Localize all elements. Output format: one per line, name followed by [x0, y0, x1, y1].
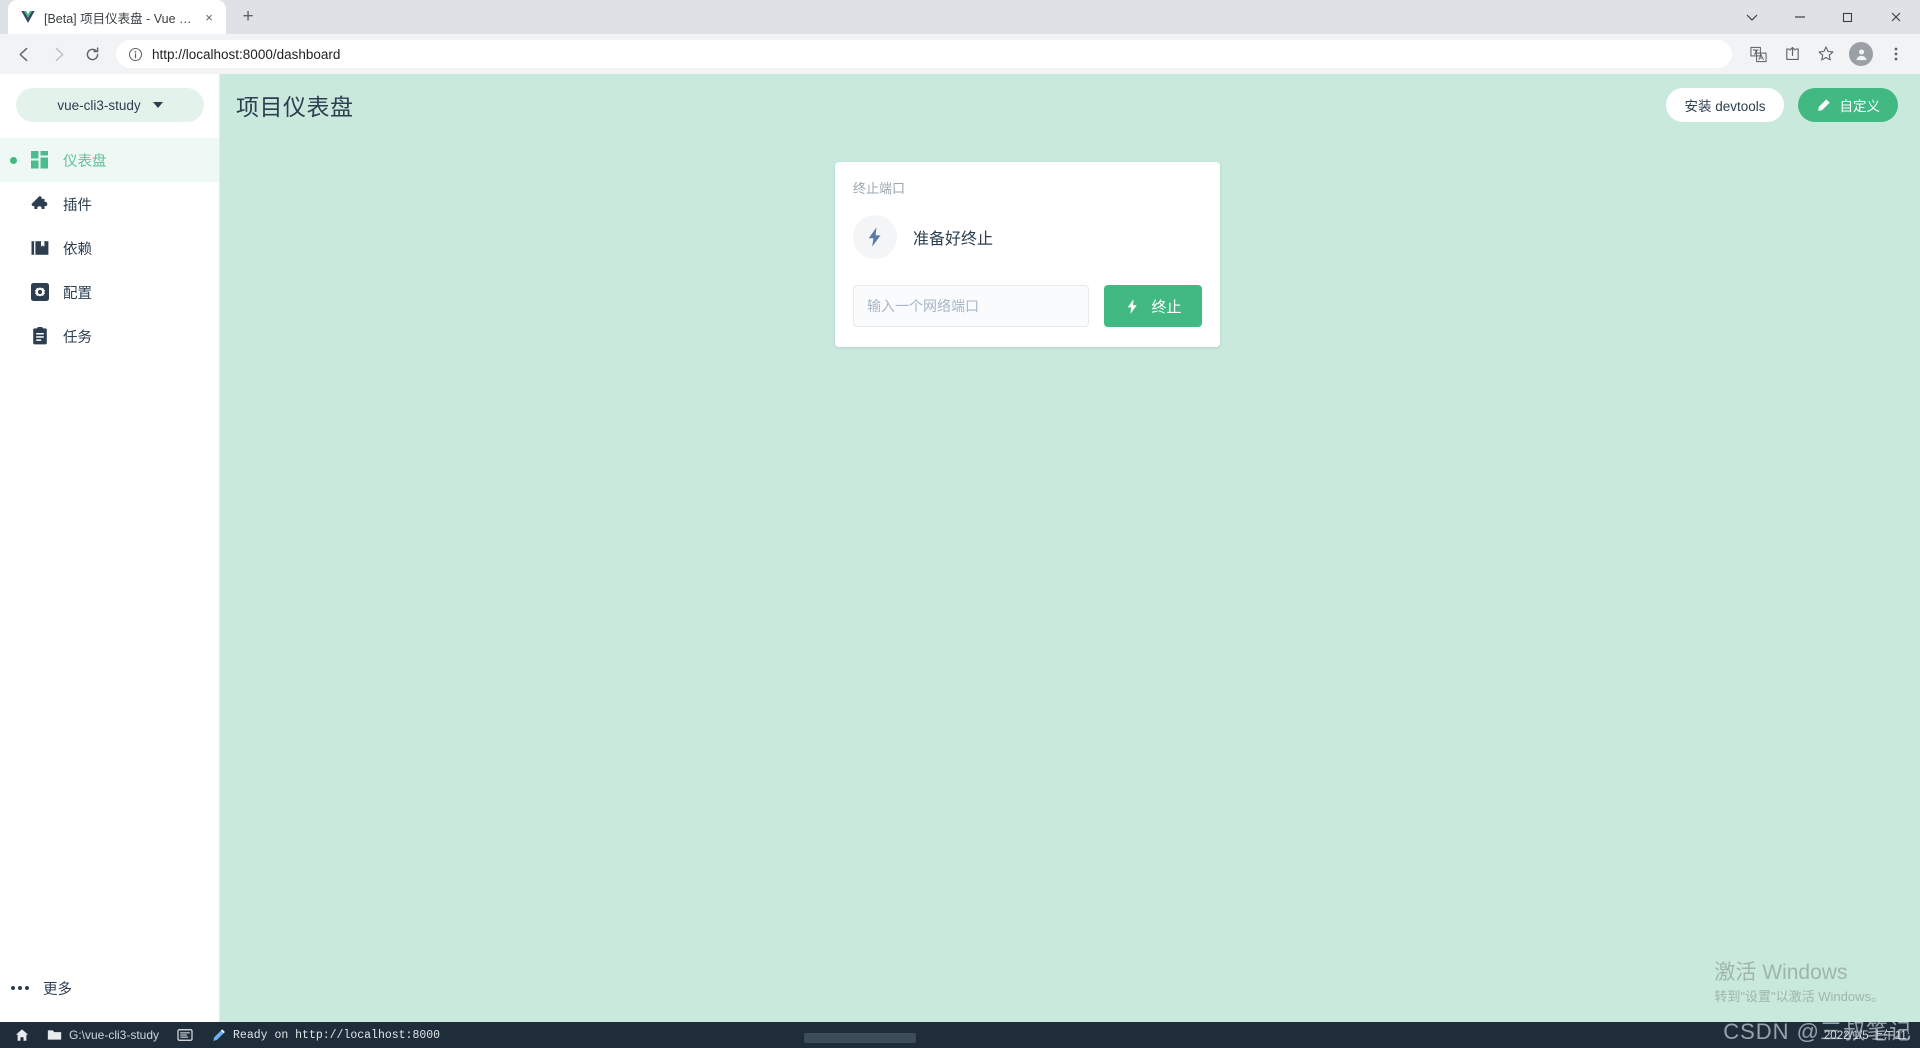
sidebar-item-label: 依赖	[63, 241, 92, 258]
address-bar[interactable]: http://localhost:8000/dashboard	[116, 40, 1732, 68]
vue-logo-icon	[21, 11, 35, 23]
taskbar-home-button[interactable]	[6, 1022, 38, 1048]
app-header: 项目仪表盘 安装 devtools 自定义	[220, 74, 1920, 136]
install-devtools-button[interactable]: 安装 devtools	[1666, 88, 1784, 122]
sidebar-item-more[interactable]: 更多	[0, 962, 220, 1014]
taskbar-folder-path: G:\vue-cli3-study	[69, 1028, 160, 1042]
card-title: 终止端口	[853, 181, 906, 196]
close-window-button[interactable]	[1872, 0, 1920, 34]
gear-icon	[31, 283, 49, 301]
lightning-bolt-icon	[1128, 298, 1138, 314]
taskbar-filler	[449, 1022, 1824, 1048]
tab-strip: [Beta] 项目仪表盘 - Vue CLI × +	[0, 0, 1920, 34]
back-button[interactable]	[8, 38, 40, 70]
minimize-button[interactable]	[1776, 0, 1824, 34]
windows-activation-watermark: 激活 Windows 转到"设置"以激活 Windows。	[1714, 960, 1884, 1006]
sidebar-more-label: 更多	[43, 981, 72, 998]
tab-search-button[interactable]	[1728, 0, 1776, 34]
sidebar: vue-cli3-study 仪表盘 插件 依赖 配置 任务 更多	[0, 74, 220, 1022]
puzzle-piece-icon	[31, 196, 48, 210]
pencil-icon	[1817, 98, 1830, 111]
sidebar-item-dependencies[interactable]: 依赖	[0, 226, 220, 270]
taskbar: G:\vue-cli3-study Ready on http://localh…	[0, 1022, 1920, 1048]
page-viewport: vue-cli3-study 仪表盘 插件 依赖 配置 任务 更多 项目仪表盘 …	[0, 74, 1920, 1022]
taskbar-scrollbar[interactable]	[804, 1033, 917, 1043]
book-bookmark-icon	[31, 241, 49, 255]
customize-label: 自定义	[1839, 99, 1881, 114]
sidebar-item-configuration[interactable]: 配置	[0, 270, 220, 314]
dashboard-body: 终止端口 准备好终止 输入一个网络端口 终止 激活 Windows 转到"设置"…	[220, 136, 1920, 1022]
kill-port-card: 终止端口 准备好终止 输入一个网络端口 终止	[835, 162, 1220, 347]
reload-button[interactable]	[76, 38, 108, 70]
maximize-button[interactable]	[1824, 0, 1872, 34]
project-selector-wrap: vue-cli3-study	[0, 74, 220, 134]
clipboard-icon	[33, 327, 47, 345]
taskbar-server-status: Ready on http://localhost:8000	[233, 1028, 441, 1042]
customize-button[interactable]: 自定义	[1797, 88, 1898, 122]
taskbar-clock[interactable]: 2022/1/5 上午11:	[1824, 1027, 1914, 1043]
port-input-placeholder: 输入一个网络端口	[867, 298, 979, 314]
browser-toolbar: http://localhost:8000/dashboard	[0, 34, 1920, 74]
home-icon	[15, 1029, 29, 1041]
status-icon-circle	[853, 215, 897, 259]
install-devtools-label: 安装 devtools	[1684, 99, 1766, 114]
terminal-icon	[177, 1029, 193, 1041]
folder-icon	[47, 1030, 62, 1040]
watermark-subtitle: 转到"设置"以激活 Windows。	[1714, 988, 1884, 1004]
lightning-bolt-icon	[868, 227, 881, 247]
browser-tab[interactable]: [Beta] 项目仪表盘 - Vue CLI ×	[8, 0, 226, 34]
close-tab-icon[interactable]: ×	[200, 8, 218, 26]
more-dots-icon	[10, 986, 30, 990]
active-indicator-dot	[10, 156, 17, 164]
window-controls	[1728, 0, 1920, 34]
sidebar-item-plugins[interactable]: 插件	[0, 182, 220, 226]
profile-avatar[interactable]	[1844, 37, 1878, 71]
pencil-editor-icon	[213, 1029, 225, 1041]
bookmark-star-icon[interactable]	[1810, 38, 1842, 70]
taskbar-terminal-item[interactable]	[168, 1022, 202, 1048]
avatar	[1849, 42, 1873, 66]
project-name: vue-cli3-study	[57, 97, 141, 113]
watermark-title: 激活 Windows	[1714, 961, 1848, 985]
forward-button[interactable]	[42, 38, 74, 70]
kill-button-label: 终止	[1151, 298, 1182, 316]
sidebar-item-label: 配置	[63, 285, 92, 302]
info-icon	[128, 47, 143, 61]
sidebar-item-tasks[interactable]: 任务	[0, 314, 220, 358]
dashboard-grid-icon	[31, 151, 48, 169]
main-content: 项目仪表盘 安装 devtools 自定义 终止端口 准备好终止 输入一个网络端…	[220, 74, 1920, 1022]
taskbar-editor-item[interactable]: Ready on http://localhost:8000	[202, 1022, 449, 1048]
share-icon[interactable]	[1776, 38, 1808, 70]
sidebar-nav: 仪表盘 插件 依赖 配置 任务	[0, 138, 220, 358]
address-bar-url: http://localhost:8000/dashboard	[152, 46, 341, 62]
chevron-down-icon	[152, 102, 163, 108]
port-input[interactable]: 输入一个网络端口	[853, 285, 1089, 327]
translate-icon[interactable]	[1742, 38, 1774, 70]
card-action-row: 输入一个网络端口 终止	[853, 285, 1202, 327]
sidebar-item-label: 仪表盘	[63, 153, 107, 170]
card-status-row: 准备好终止	[853, 215, 1202, 259]
page-title: 项目仪表盘	[236, 94, 354, 120]
project-selector[interactable]: vue-cli3-study	[16, 88, 204, 122]
browser-window: [Beta] 项目仪表盘 - Vue CLI × + http://localh…	[0, 0, 1920, 1048]
kill-button[interactable]: 终止	[1104, 285, 1202, 327]
status-text: 准备好终止	[913, 231, 994, 248]
tab-title: [Beta] 项目仪表盘 - Vue CLI	[44, 11, 192, 26]
toolbar-icons	[1742, 37, 1912, 71]
sidebar-item-label: 任务	[63, 329, 92, 346]
sidebar-item-label: 插件	[63, 197, 92, 214]
browser-menu-icon[interactable]	[1880, 38, 1912, 70]
taskbar-folder-item[interactable]: G:\vue-cli3-study	[38, 1022, 168, 1048]
new-tab-button[interactable]: +	[234, 3, 262, 31]
sidebar-item-dashboard[interactable]: 仪表盘	[0, 138, 220, 182]
